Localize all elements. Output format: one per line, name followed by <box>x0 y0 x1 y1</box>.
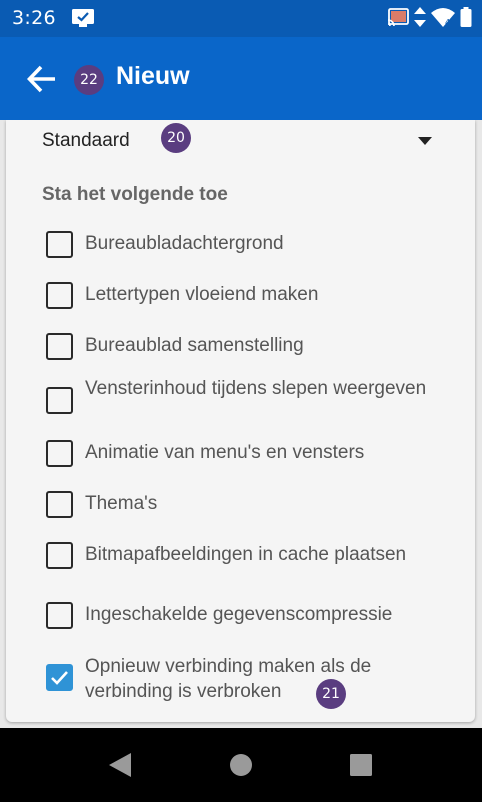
checkbox[interactable] <box>46 333 73 360</box>
option-bureaubladachtergrond[interactable]: Bureaubladachtergrond <box>46 231 466 261</box>
checkbox-checked[interactable] <box>46 664 73 691</box>
svg-text:4: 4 <box>445 18 450 27</box>
battery-icon <box>460 7 472 31</box>
option-gegevenscompressie[interactable]: Ingeschakelde gegevenscompressie <box>46 602 466 632</box>
recents-square-icon[interactable] <box>349 752 373 782</box>
check-icon <box>51 671 68 685</box>
option-themas[interactable]: Thema's <box>46 491 466 521</box>
option-label: Animatie van menu's en vensters <box>85 442 365 463</box>
option-lettertypen[interactable]: Lettertypen vloeiend maken <box>46 282 466 312</box>
option-vensterinhoud[interactable]: Vensterinhoud tijdens slepen weergeven <box>46 376 466 426</box>
option-opnieuw-verbinding[interactable]: Opnieuw verbinding maken als de verbindi… <box>46 654 466 706</box>
settings-content: Standaard 20 Sta het volgende toe Bureau… <box>0 120 482 728</box>
checkbox[interactable] <box>46 440 73 467</box>
wifi-icon: 4 <box>431 7 455 31</box>
dropdown-value: Standaard <box>42 130 130 151</box>
option-bitmapafbeeldingen[interactable]: Bitmapafbeeldingen in cache plaatsen <box>46 542 466 572</box>
home-circle-icon[interactable] <box>229 752 253 782</box>
step-badge: 22 <box>74 65 104 95</box>
option-label: Opnieuw verbinding maken als de verbindi… <box>85 656 372 702</box>
app-bar: 22 Nieuw <box>0 37 482 120</box>
option-label: Ingeschakelde gegevenscompressie <box>85 604 393 625</box>
checkbox[interactable] <box>46 282 73 309</box>
arrow-back-icon[interactable] <box>26 63 58 95</box>
page-title: Nieuw <box>116 62 190 90</box>
checkbox[interactable] <box>46 387 73 414</box>
option-label: Vensterinhoud tijdens slepen weergeven <box>85 378 427 399</box>
option-label: Bureaubladachtergrond <box>85 233 284 254</box>
option-bureaublad-samenstelling[interactable]: Bureaublad samenstelling <box>46 333 466 363</box>
cast-icon <box>387 8 409 30</box>
screen-share-icon <box>72 9 94 27</box>
checkbox[interactable] <box>46 491 73 518</box>
section-heading: Sta het volgende toe <box>42 184 228 205</box>
option-animatie[interactable]: Animatie van menu's en vensters <box>46 440 466 470</box>
data-arrows-icon <box>414 7 426 31</box>
status-time: 3:26 <box>12 7 56 29</box>
quality-dropdown[interactable]: Standaard <box>42 124 432 160</box>
option-label: Bureaublad samenstelling <box>85 335 304 356</box>
option-label: Bitmapafbeeldingen in cache plaatsen <box>85 544 407 565</box>
settings-card: Standaard 20 Sta het volgende toe Bureau… <box>6 120 475 722</box>
step-badge: 20 <box>161 123 191 153</box>
option-label: Lettertypen vloeiend maken <box>85 284 319 305</box>
status-icons: 4 <box>387 7 472 31</box>
checkbox[interactable] <box>46 602 73 629</box>
back-triangle-icon[interactable] <box>108 752 132 782</box>
dropdown-arrow-icon <box>418 137 432 145</box>
checkbox[interactable] <box>46 231 73 258</box>
status-bar: 3:26 4 <box>0 0 482 37</box>
step-badge: 21 <box>316 679 346 709</box>
navigation-bar <box>0 728 482 802</box>
checkbox[interactable] <box>46 542 73 569</box>
option-label: Thema's <box>85 493 158 514</box>
